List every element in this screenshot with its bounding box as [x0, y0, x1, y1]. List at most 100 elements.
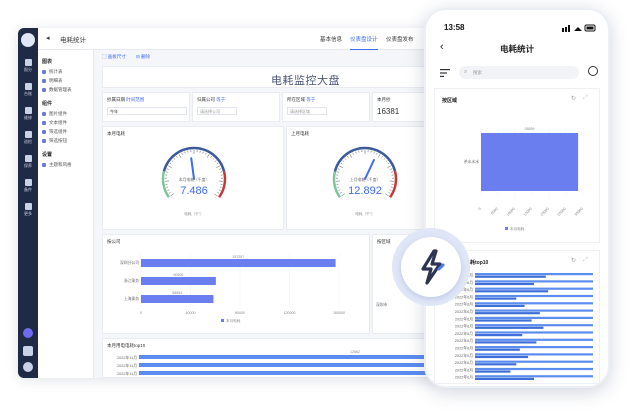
gauge-tick	[377, 154, 381, 158]
tab-dashboard-publish[interactable]: 仪表盘发布	[386, 35, 414, 43]
gauge-tick	[176, 155, 178, 158]
gauge-current-month: 本月电耗（千度） 7.486 电耗（千°）	[161, 146, 227, 216]
filter-date-select[interactable]: 今年	[107, 107, 187, 115]
bar	[481, 133, 579, 191]
bar-value-label: 12862	[350, 350, 360, 354]
phone-mockup: 13:58 ‹ 电耗统计 ⌕ 搜索 按区域 ↻ ⤢ 0 5000 10000 1500…	[424, 8, 610, 388]
sidebar-item[interactable]: 图片组件	[42, 110, 67, 118]
x-tick-label: 30000	[574, 207, 584, 217]
grid-icon	[24, 203, 32, 210]
gauge-needle	[364, 158, 375, 180]
gauge-tick	[337, 168, 340, 170]
gauge-tick	[217, 192, 220, 194]
company-chart-panel[interactable]: 按公司 0 40000 80000 120000 160000 深圳分公司 157257 浙江…	[102, 234, 370, 334]
filter-date[interactable]: 抄属日期 时间范围 今年	[102, 92, 190, 122]
menu-icon[interactable]	[440, 69, 450, 77]
y-tick-label: 2022年6月	[455, 353, 473, 358]
sidebar-item[interactable]: 筛选按钮	[42, 137, 67, 145]
add-icon[interactable]	[23, 328, 33, 338]
sidebar-item[interactable]: 主题和风格	[42, 161, 72, 169]
y-tick-label: 2022年6月	[455, 309, 473, 314]
gauge-unit: 电耗（千°）	[355, 211, 374, 216]
component-sidebar: 图表 统计表 明细表 数据管理表 组件 图片组件 文本组件 筛选组件 筛选按钮 设置 主题和风格	[38, 50, 94, 378]
bar	[475, 324, 593, 327]
nav-item[interactable]: 备件	[18, 176, 38, 198]
gauge-tick	[376, 152, 378, 155]
gauge-tick	[216, 165, 220, 168]
sidebar-item[interactable]: 文本组件	[42, 119, 67, 127]
y-tick-label: 浙江乘务	[124, 278, 139, 283]
search-icon: ⌕	[464, 69, 468, 75]
legend-swatch	[221, 319, 224, 322]
bar	[139, 355, 427, 359]
sidebar-item-label: 主题和风格	[49, 162, 72, 167]
bar	[475, 302, 593, 305]
filter-region-select[interactable]: 请选择区域	[287, 107, 327, 115]
region-card[interactable]: 按区域 ↻ ⤢ 0 5000 10000 15000 20000 25000 30000 28…	[434, 88, 600, 243]
x-tick-label: 5000	[490, 207, 498, 215]
bar	[141, 295, 214, 303]
wrench-icon	[24, 107, 32, 114]
nav-item[interactable]: 保养	[18, 152, 38, 174]
nav-item[interactable]: 台账	[18, 80, 38, 102]
gauge-inner-label: 本月电耗（千度）	[179, 177, 209, 182]
app-logo-icon[interactable]	[21, 33, 35, 47]
sidebar-item[interactable]: 数据管理表	[42, 86, 72, 94]
sidebar-item-label: 筛选按钮	[49, 138, 67, 143]
gauge-tick	[390, 168, 393, 170]
filter-company[interactable]: 归属公司 等于 请选择公司	[192, 92, 280, 122]
bar	[475, 282, 534, 286]
status-time: 13:58	[444, 23, 465, 32]
nav-item-label: 巡检	[24, 139, 32, 144]
sidebar-item[interactable]: 统计表	[42, 68, 63, 76]
back-icon[interactable]: ◂	[46, 35, 54, 43]
nav-item[interactable]: 报分	[18, 56, 38, 78]
gauge-tick	[210, 155, 212, 158]
gauge-tick	[214, 193, 218, 197]
bar	[141, 259, 336, 267]
legend-swatch	[505, 227, 508, 230]
canvas-size-button[interactable]: ▢ 画板尺寸	[102, 54, 126, 60]
sidebar-item[interactable]: 明细表	[42, 77, 63, 85]
tab-dashboard-design[interactable]: 仪表盘设计	[350, 35, 378, 50]
y-tick-label: 2022年6月	[455, 302, 473, 307]
gauge-panel-last[interactable]: 上月电耗 上月电耗（千度） 12.892 电耗（千°）	[286, 126, 442, 230]
gauge-panel-current[interactable]: 本月电耗 本月电耗（千度） 7.486 电耗（千°）	[102, 126, 284, 230]
gauge-tick	[342, 160, 345, 162]
bar	[475, 353, 593, 356]
nav-item[interactable]: 巡检	[18, 128, 38, 150]
sidebar-item-label: 文本组件	[49, 120, 67, 125]
table-icon	[24, 83, 32, 90]
gauge-tick	[202, 151, 204, 154]
nav-item[interactable]: 更多	[18, 200, 38, 222]
nav-item-label: 更多	[24, 211, 32, 216]
nav-item[interactable]: 维修	[18, 104, 38, 126]
gauge-tick	[338, 189, 341, 191]
gauge-tick	[349, 154, 353, 158]
y-tick-label: 2022年6月	[455, 316, 473, 321]
bar	[475, 326, 544, 329]
title-panel[interactable]: 电耗监控大盘	[102, 66, 442, 88]
top10-panel[interactable]: 本月用电电耗top10 2022年11月 2022年11月 2022年11月 1286…	[102, 338, 442, 378]
filter-region[interactable]: 所在区域 等于 请选择区域	[282, 92, 370, 122]
settings-icon[interactable]	[23, 346, 33, 356]
bar	[475, 312, 540, 315]
filter-company-select[interactable]: 请选择公司	[197, 107, 237, 115]
desktop-app-window: 报分 台账 维修 巡检 保养 备件 更多 ◂ 电耗统计 基本信息 仪表盘设计 仪表盘发布 图…	[18, 28, 442, 378]
user-icon[interactable]	[23, 362, 33, 372]
bar	[475, 363, 517, 366]
delete-button[interactable]: ⊟ 删除	[136, 54, 150, 60]
sidebar-item-label: 明细表	[49, 78, 63, 83]
chat-icon[interactable]	[588, 66, 598, 76]
y-tick-label: 深圳分公司	[120, 260, 139, 265]
gauge-tick	[205, 152, 207, 155]
x-tick-label: 80000	[235, 311, 245, 315]
gauge-inner-label: 上月电耗（千度）	[350, 177, 380, 182]
tab-basic-info[interactable]: 基本信息	[320, 35, 342, 43]
sidebar-item-label: 图片组件	[49, 111, 67, 116]
component-icon	[42, 87, 46, 92]
search-input[interactable]: ⌕ 搜索	[459, 66, 579, 79]
y-tick-label: 2022年6月	[455, 346, 473, 351]
x-tick-label: 40000	[186, 311, 196, 315]
sidebar-item[interactable]: 筛选组件	[42, 128, 67, 136]
